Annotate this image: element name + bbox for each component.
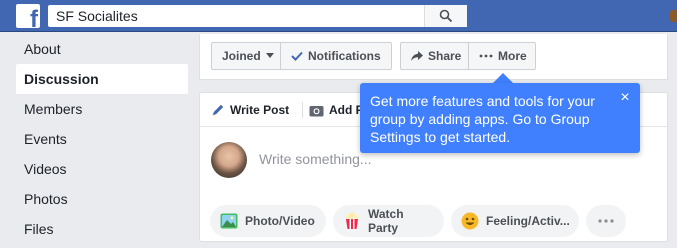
write-something-input[interactable]: Write something... [259,151,372,167]
joined-label: Joined [222,49,261,63]
nav-item-files[interactable]: Files [16,214,188,244]
nav-item-members[interactable]: Members [16,94,188,124]
nav-item-videos[interactable]: Videos [16,154,188,184]
camera-icon [309,104,324,117]
top-bar: f [0,0,677,32]
apps-tooltip: Get more features and tools for your gro… [360,83,640,153]
watch-party-button[interactable]: Watch Party [333,205,444,237]
photo-video-label: Photo/Video [245,214,315,228]
tooltip-arrow [493,73,513,83]
composer-more-button[interactable] [586,205,626,237]
caret-down-icon [265,53,274,59]
pencil-icon [211,103,225,117]
nav-item-photos[interactable]: Photos [16,184,188,214]
facebook-logo-icon[interactable]: f [16,4,40,28]
search-input[interactable] [48,5,424,27]
share-label: Share [428,49,462,63]
tab-divider [302,102,303,118]
avatar[interactable] [211,142,247,178]
search-button[interactable] [424,5,467,27]
feeling-activity-button[interactable]: Feeling/Activ... [451,205,579,237]
tab-write-post-label: Write Post [230,103,290,117]
smiley-icon [461,212,479,230]
search-box [48,5,467,27]
photo-icon [220,213,238,229]
close-icon[interactable]: × [618,90,632,106]
tab-add-photo[interactable]: Add P [309,103,364,117]
notifications-button[interactable]: Notifications [280,42,392,70]
nav-item-about[interactable]: About [16,34,188,64]
watch-party-label: Watch Party [368,207,404,235]
joined-button[interactable]: Joined [211,42,281,70]
more-dots-icon [479,54,493,58]
share-button[interactable]: Share [400,42,469,70]
notifications-label: Notifications [308,49,381,63]
photo-video-button[interactable]: Photo/Video [210,205,326,237]
more-dots-icon [598,219,614,223]
nav-item-discussion[interactable]: Discussion [16,64,188,94]
tab-add-photo-label: Add P [329,103,364,117]
search-icon [439,9,453,23]
profile-thumbnail[interactable] [670,10,677,22]
tab-write-post[interactable]: Write Post [211,103,289,117]
group-action-bar: Joined Notifications Share More [199,34,668,80]
feeling-activity-label: Feeling/Activ... [486,214,570,228]
nav-item-events[interactable]: Events [16,124,188,154]
check-icon [291,51,303,61]
tooltip-text: Get more features and tools for your gro… [370,93,595,145]
more-button[interactable]: More [468,42,536,70]
more-label: More [498,49,527,63]
popcorn-icon [343,212,361,230]
share-arrow-icon [411,50,423,62]
group-nav: About Discussion Members Events Videos P… [16,34,188,244]
